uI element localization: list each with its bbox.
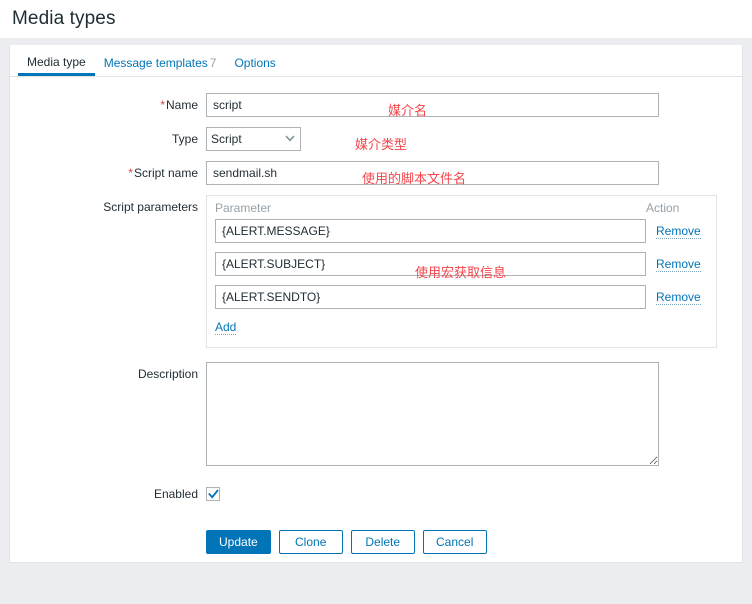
enabled-checkbox[interactable] [206,487,220,501]
column-header-parameter: Parameter [215,201,272,215]
script-name-input[interactable] [206,161,659,185]
name-label: *Name [10,93,206,117]
row-type: Type Script [10,127,742,151]
script-parameters-label: Script parameters [10,195,206,219]
add-link[interactable]: Add [215,321,237,335]
tab-message-templates[interactable]: Message templates 7 [95,56,226,76]
tab-options[interactable]: Options [225,56,284,76]
description-label: Description [10,362,206,386]
row-actions: Update Clone Delete Cancel [10,516,742,554]
type-select-wrap: Script [206,127,301,151]
type-select[interactable]: Script [206,127,301,151]
tab-bar: Media type Message templates 7 Options [10,45,742,77]
remove-link[interactable]: Remove [656,290,701,305]
description-label-text: Description [137,367,198,381]
script-parameter-input[interactable] [215,252,646,276]
check-icon [208,489,219,499]
script-parameter-action-cell: Remove [646,224,708,239]
name-required-marker: * [160,98,165,112]
type-label-text: Type [171,132,198,146]
column-header-action: Action [646,201,680,215]
header-divider-band [0,38,752,45]
remove-link[interactable]: Remove [656,257,701,272]
script-name-label-text: Script name [133,166,198,180]
enabled-label-text: Enabled [153,487,198,501]
media-type-form: *Name Type Script [10,77,742,554]
table-row: Remove [207,219,716,243]
script-parameters-label-text: Script parameters [103,200,198,214]
row-enabled: Enabled [10,482,742,506]
script-name-label: *Script name [10,161,206,185]
cancel-button[interactable]: Cancel [422,530,487,554]
clone-button[interactable]: Clone [278,530,343,554]
script-parameters-table: Parameter Action Remove Remove [206,195,717,348]
delete-button[interactable]: Delete [350,530,415,554]
tab-message-templates-label: Message templates [103,56,208,70]
row-name: *Name [10,93,742,117]
name-label-text: Name [165,98,198,112]
tab-options-label: Options [234,56,276,70]
tab-message-templates-count: 7 [209,56,217,70]
table-row: Remove [207,252,716,276]
action-button-group: Update Clone Delete Cancel [206,530,742,554]
page-header: Media types [0,0,752,38]
script-parameter-input[interactable] [215,219,646,243]
table-row: Remove [207,285,716,309]
script-parameter-action-cell: Remove [646,290,708,305]
script-parameter-input[interactable] [215,285,646,309]
script-parameter-action-cell: Remove [646,257,708,272]
script-parameters-header-row: Parameter Action [207,196,716,219]
page-title: Media types [12,8,116,29]
type-label: Type [10,127,206,151]
description-textarea[interactable] [206,362,659,466]
name-input[interactable] [206,93,659,117]
row-script-parameters: Script parameters Parameter Action Remov… [10,195,742,348]
script-parameters-add-row: Add [207,318,716,347]
update-button[interactable]: Update [206,530,271,554]
media-type-card: Media type Message templates 7 Options *N… [9,45,743,563]
tab-media-type-label: Media type [27,55,86,69]
row-description: Description [10,362,742,466]
enabled-label: Enabled [10,482,206,506]
row-script-name: *Script name [10,161,742,185]
remove-link[interactable]: Remove [656,224,701,239]
tab-media-type[interactable]: Media type [18,55,95,76]
script-name-required-marker: * [128,166,133,180]
